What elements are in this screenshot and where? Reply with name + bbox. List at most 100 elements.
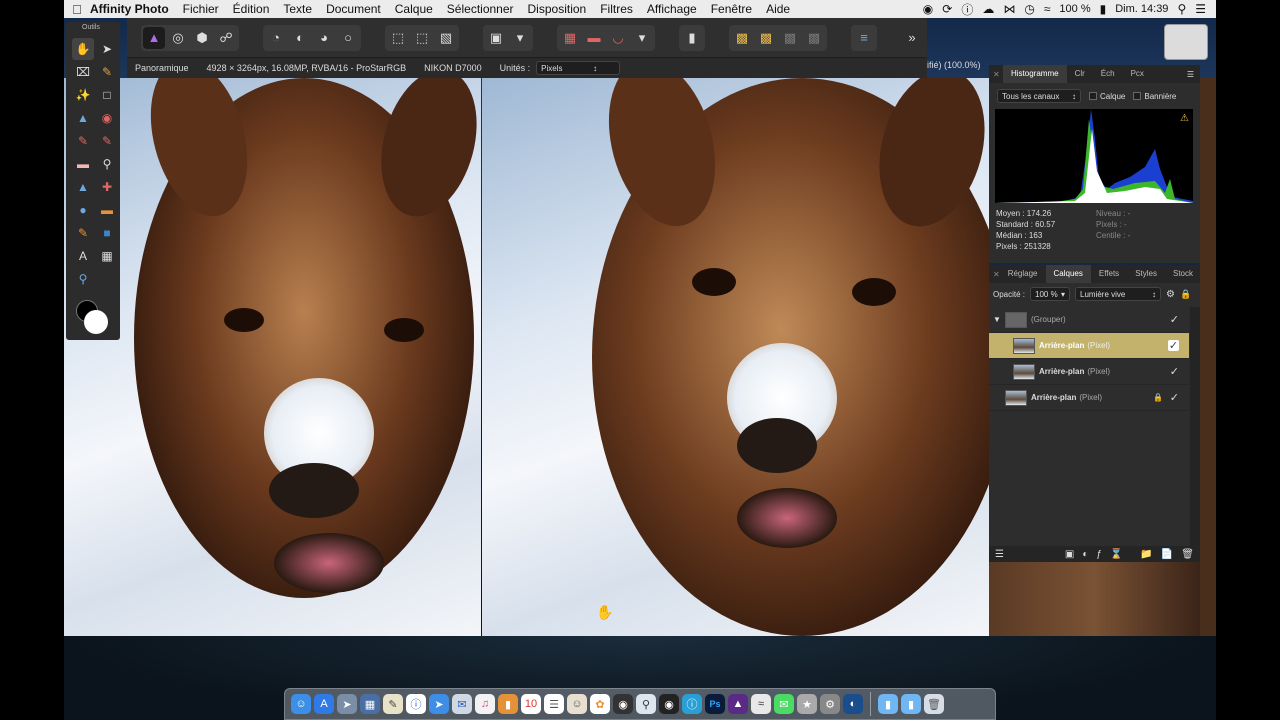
- snapping-icon[interactable]: ▬: [583, 27, 605, 49]
- preview-icon[interactable]: ⚲: [636, 694, 656, 714]
- layer-visibility-checkbox[interactable]: ✓: [1168, 340, 1179, 352]
- downloads-folder-icon[interactable]: ▮: [901, 694, 921, 714]
- tab-styles[interactable]: Styles: [1127, 265, 1165, 283]
- canvas-right-view[interactable]: [482, 78, 989, 636]
- align-icon[interactable]: ≡: [853, 27, 875, 49]
- tab-ech[interactable]: Éch: [1093, 65, 1123, 83]
- color-swatches[interactable]: [74, 300, 114, 336]
- toolbar-overflow-icon[interactable]: »: [901, 27, 923, 49]
- grid-icon[interactable]: ▦: [559, 27, 581, 49]
- layer-group[interactable]: ▼ (Grouper) ✓: [989, 307, 1189, 333]
- arrange-forward-icon[interactable]: ▩: [731, 27, 753, 49]
- spotlight-search-icon[interactable]: ⚲: [1177, 2, 1186, 16]
- calque-checkbox[interactable]: Calque: [1089, 92, 1125, 101]
- patch-icon[interactable]: ▬: [96, 199, 118, 221]
- tab-stock[interactable]: Stock: [1165, 265, 1201, 283]
- color-replace-icon[interactable]: ✎: [96, 130, 118, 152]
- quick-mask-dropdown-icon[interactable]: ▾: [509, 27, 531, 49]
- reminders-icon[interactable]: ☰: [544, 694, 564, 714]
- layers-scrollbar[interactable]: [1190, 307, 1200, 547]
- text-tool-icon[interactable]: A: [72, 245, 94, 267]
- tab-effets[interactable]: Effets: [1091, 265, 1127, 283]
- group-layers-icon[interactable]: 📁: [1140, 549, 1152, 560]
- dodge-icon[interactable]: ⚲: [96, 153, 118, 175]
- fx-icon[interactable]: ƒ: [1096, 549, 1102, 560]
- finder-icon[interactable]: ☺: [291, 694, 311, 714]
- banniere-checkbox[interactable]: Bannière: [1133, 92, 1176, 101]
- mask-layer-icon[interactable]: ▣: [1065, 549, 1074, 560]
- paint-brush-icon[interactable]: ✎: [96, 61, 118, 83]
- sync-icon[interactable]: ⟳: [942, 2, 952, 16]
- assistant-icon[interactable]: ▮: [681, 27, 703, 49]
- menu-disposition[interactable]: Disposition: [528, 2, 587, 16]
- view-tool-hand-icon[interactable]: ✋: [72, 38, 94, 60]
- menu-fenetre[interactable]: Fenêtre: [711, 2, 752, 16]
- utility-icon[interactable]: ★: [797, 694, 817, 714]
- tab-clr[interactable]: Clr: [1067, 65, 1093, 83]
- layer-visibility-checkbox[interactable]: ✓: [1170, 365, 1179, 378]
- layer-lock-icon[interactable]: 🔒: [1180, 289, 1191, 300]
- apple-icon[interactable]: : [64, 2, 90, 17]
- wifi-icon[interactable]: ≈: [1044, 2, 1051, 16]
- mesh-warp-icon[interactable]: ▦: [96, 245, 118, 267]
- mission-control-icon[interactable]: ▦: [360, 694, 380, 714]
- develop-persona-icon[interactable]: ⬢: [191, 27, 213, 49]
- cloud-icon[interactable]: ☁: [982, 2, 994, 16]
- move-tool-icon[interactable]: ➤: [96, 38, 118, 60]
- menu-calque[interactable]: Calque: [395, 2, 433, 16]
- books-icon[interactable]: ▮: [498, 694, 518, 714]
- menu-affichage[interactable]: Affichage: [647, 2, 697, 16]
- panel-menu-icon[interactable]: ☰: [1187, 70, 1200, 79]
- color-picker-icon[interactable]: ◉: [96, 107, 118, 129]
- liquify-persona-icon[interactable]: ◎: [167, 27, 189, 49]
- marquee-tool-icon[interactable]: □: [96, 84, 118, 106]
- layer-settings-gear-icon[interactable]: ⚙: [1166, 289, 1175, 300]
- menu-edition[interactable]: Édition: [233, 2, 270, 16]
- eraser-icon[interactable]: ▬: [72, 153, 94, 175]
- menu-aide[interactable]: Aide: [766, 2, 790, 16]
- live-filter-icon[interactable]: ⌛: [1110, 549, 1122, 560]
- app-store-icon[interactable]: A: [314, 694, 334, 714]
- system-info-icon[interactable]: ⓘ: [406, 694, 426, 714]
- tab-calques[interactable]: Calques: [1045, 265, 1091, 283]
- magnet-icon[interactable]: ◡: [607, 27, 629, 49]
- auto-levels-icon[interactable]: ◔: [265, 27, 287, 49]
- launchpad-icon[interactable]: ➤: [337, 694, 357, 714]
- layer-locked-icon[interactable]: 🔒: [1153, 393, 1163, 402]
- zoom-tool-icon[interactable]: ⚲: [72, 268, 94, 290]
- safari-icon[interactable]: ➤: [429, 694, 449, 714]
- auto-white-balance-icon[interactable]: ○: [337, 27, 359, 49]
- tab-reglage[interactable]: Réglage: [1000, 265, 1046, 283]
- trash-icon[interactable]: 🗑: [924, 694, 944, 714]
- export-persona-icon[interactable]: ☍: [215, 27, 237, 49]
- layer-row[interactable]: Arrière-plan (Pixel) 🔒 ✓: [989, 385, 1189, 411]
- info-icon[interactable]: ⓘ: [961, 1, 973, 18]
- record-icon[interactable]: ◉: [923, 2, 933, 16]
- screen-recorder-icon[interactable]: ◉: [659, 694, 679, 714]
- desktop-drive-icon[interactable]: [1164, 24, 1208, 60]
- layer-row[interactable]: Arrière-plan (Pixel) ✓: [989, 333, 1189, 359]
- tab-histogramme[interactable]: Histogramme: [1003, 65, 1067, 83]
- menu-selectionner[interactable]: Sélectionner: [447, 2, 514, 16]
- panel-close-icon[interactable]: ✕: [993, 270, 1000, 279]
- units-select[interactable]: Pixels ↕: [536, 61, 621, 75]
- folder-icon[interactable]: ▮: [878, 694, 898, 714]
- background-color-swatch[interactable]: [84, 310, 108, 334]
- tab-pcx[interactable]: Pcx: [1123, 65, 1152, 83]
- menu-document[interactable]: Document: [326, 2, 381, 16]
- menu-texte[interactable]: Texte: [283, 2, 312, 16]
- selection-quickmask-icon[interactable]: ⬚: [411, 27, 433, 49]
- photos-icon[interactable]: ✿: [590, 694, 610, 714]
- bluetooth-icon[interactable]: ⋈: [1003, 2, 1015, 16]
- pen-tool-icon[interactable]: ✎: [72, 222, 94, 244]
- menu-app-name[interactable]: Affinity Photo: [90, 2, 169, 16]
- photo-booth-icon[interactable]: ◉: [613, 694, 633, 714]
- brush-tool-icon[interactable]: ✎: [72, 130, 94, 152]
- photoshop-icon[interactable]: Ps: [705, 694, 725, 714]
- selection-marquee-icon[interactable]: ⬚: [387, 27, 409, 49]
- clock[interactable]: Dim. 14:39: [1115, 3, 1168, 15]
- clipping-warning-icon[interactable]: ⚠: [1180, 113, 1189, 124]
- blend-mode-select[interactable]: Lumière vive ↕: [1075, 287, 1162, 301]
- layer-visibility-checkbox[interactable]: ✓: [1170, 391, 1179, 404]
- calendar-icon[interactable]: 10: [521, 694, 541, 714]
